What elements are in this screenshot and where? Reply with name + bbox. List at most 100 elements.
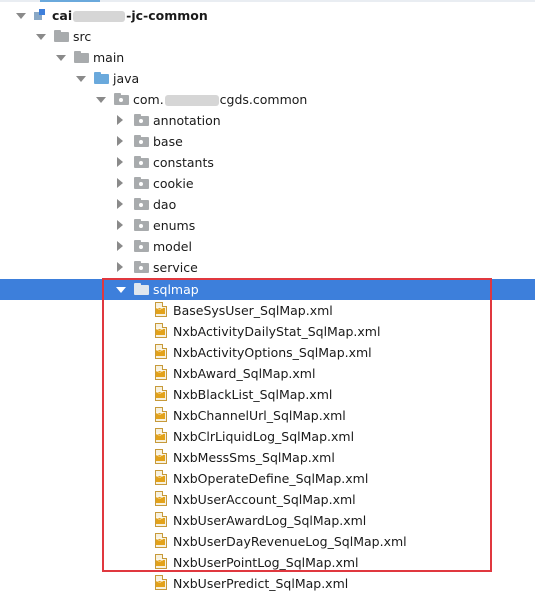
tree-node-label: service [153,260,198,275]
xml-file-icon [155,407,168,423]
file-label: NxbUserPointLog_SqlMap.xml [173,555,359,570]
collapse-arrow-icon[interactable] [113,131,127,152]
tree-node-file[interactable]: NxbUserAwardLog_SqlMap.xml [0,510,535,531]
file-label: NxbActivityDailyStat_SqlMap.xml [173,324,381,339]
tree-node-folder[interactable]: constants [0,152,535,173]
xml-file-icon [155,428,168,444]
module-icon [34,9,46,21]
file-label: NxbOperateDefine_SqlMap.xml [173,471,369,486]
tree-node-label: enums [153,218,196,233]
redacted-text [73,11,126,22]
tree-node-sqlmap-selected[interactable]: sqlmap [0,279,535,300]
tree-node-folder[interactable]: annotation [0,110,535,131]
xml-file-icon [155,491,168,507]
xml-file-icon [155,554,168,570]
expand-arrow-icon[interactable] [94,89,108,110]
tree-node-file[interactable]: NxbUserPredict_SqlMap.xml [0,573,535,594]
file-label: NxbUserDayRevenueLog_SqlMap.xml [173,534,407,549]
file-label: BaseSysUser_SqlMap.xml [173,303,333,318]
tree-node-file[interactable]: NxbChannelUrl_SqlMap.xml [0,405,535,426]
tree-node-folder[interactable]: model [0,236,535,257]
expand-arrow-icon[interactable] [34,26,48,47]
xml-file-icon [155,575,168,591]
tree-node-label: java [113,71,140,86]
package-icon [134,197,150,211]
xml-file-icon [155,512,168,528]
tree-node-label: model [153,239,192,254]
file-label: NxbUserAccount_SqlMap.xml [173,492,356,507]
xml-file-icon [155,302,168,318]
file-label: NxbChannelUrl_SqlMap.xml [173,408,346,423]
folder-icon [74,50,90,64]
tree-node-package[interactable]: com. cgds.common [0,89,535,110]
tree-node-file[interactable]: NxbActivityOptions_SqlMap.xml [0,342,535,363]
folder-icon [134,282,150,296]
collapse-arrow-icon[interactable] [113,236,127,257]
tree-node-folder[interactable]: base [0,131,535,152]
redacted-text [164,95,219,106]
module-label: cai -jc-common [52,8,208,23]
file-label: NxbUserAwardLog_SqlMap.xml [173,513,367,528]
tree-node-main[interactable]: main [0,47,535,68]
tree-node-label: src [73,29,92,44]
source-folder-icon [94,71,110,85]
tree-node-file[interactable]: NxbUserDayRevenueLog_SqlMap.xml [0,531,535,552]
package-icon [134,239,150,253]
tree-node-src[interactable]: src [0,26,535,47]
collapse-arrow-icon[interactable] [113,110,127,131]
tree-node-label: sqlmap [153,282,199,297]
collapse-arrow-icon[interactable] [113,152,127,173]
xml-file-icon [155,533,168,549]
file-label: NxbBlackList_SqlMap.xml [173,387,333,402]
tree-node-folder[interactable]: cookie [0,173,535,194]
tree-node-folder[interactable]: enums [0,215,535,236]
package-icon [134,176,150,190]
tree-node-file[interactable]: NxbAward_SqlMap.xml [0,363,535,384]
tree-node-file[interactable]: NxbMessSms_SqlMap.xml [0,447,535,468]
tree-node-label: dao [153,197,177,212]
tree-node-file[interactable]: NxbClrLiquidLog_SqlMap.xml [0,426,535,447]
expand-arrow-icon[interactable] [74,68,88,89]
tree-node-folder[interactable]: service [0,257,535,278]
tree-node-file[interactable]: BaseSysUser_SqlMap.xml [0,300,535,321]
package-icon [114,92,130,106]
folder-icon [54,29,70,43]
xml-file-icon [155,344,168,360]
xml-file-icon [155,365,168,381]
xml-file-icon [155,323,168,339]
project-tree: cai -jc-common src main java com. cgds.com… [0,0,535,591]
expand-arrow-icon[interactable] [114,279,128,300]
package-icon [134,218,150,232]
tree-node-file[interactable]: NxbUserPointLog_SqlMap.xml [0,552,535,573]
tree-node-module[interactable]: cai -jc-common [0,5,535,26]
collapse-arrow-icon[interactable] [113,257,127,278]
top-strip-accent [40,0,100,2]
package-icon [134,134,150,148]
package-icon [134,113,150,127]
tree-node-java[interactable]: java [0,68,535,89]
tree-node-file[interactable]: NxbOperateDefine_SqlMap.xml [0,468,535,489]
file-label: NxbClrLiquidLog_SqlMap.xml [173,429,355,444]
collapse-arrow-icon[interactable] [113,194,127,215]
tree-node-file[interactable]: NxbUserAccount_SqlMap.xml [0,489,535,510]
top-strip [0,0,535,2]
xml-file-icon [155,470,168,486]
tree-node-label: main [93,50,125,65]
file-label: NxbMessSms_SqlMap.xml [173,450,335,465]
xml-file-icon [155,386,168,402]
tree-node-folder[interactable]: dao [0,194,535,215]
file-label: NxbUserPredict_SqlMap.xml [173,576,349,591]
tree-node-file[interactable]: NxbBlackList_SqlMap.xml [0,384,535,405]
collapse-arrow-icon[interactable] [113,215,127,236]
collapse-arrow-icon[interactable] [113,173,127,194]
expand-arrow-icon[interactable] [14,5,28,26]
package-icon [134,260,150,274]
package-label: com. cgds.common [133,92,308,107]
file-label: NxbActivityOptions_SqlMap.xml [173,345,372,360]
package-icon [134,155,150,169]
file-label: NxbAward_SqlMap.xml [173,366,316,381]
tree-node-file[interactable]: NxbActivityDailyStat_SqlMap.xml [0,321,535,342]
expand-arrow-icon[interactable] [54,47,68,68]
xml-file-icon [155,449,168,465]
tree-node-label: cookie [153,176,194,191]
